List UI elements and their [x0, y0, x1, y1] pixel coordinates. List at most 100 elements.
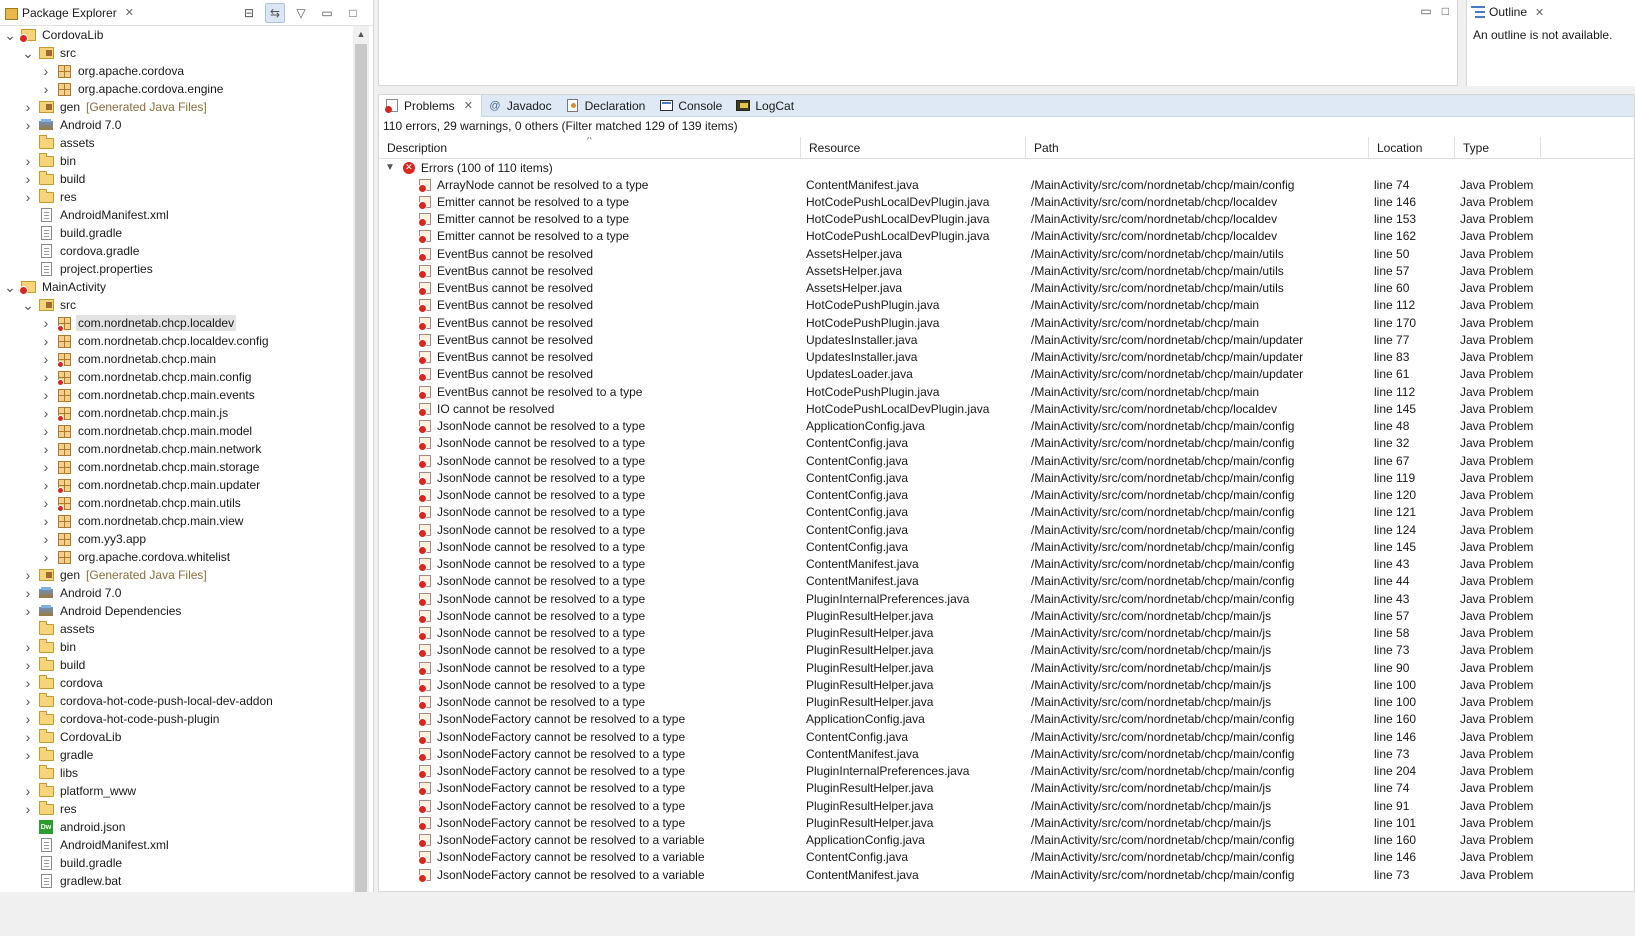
tree-scrollbar[interactable]: ▲ ▼ [353, 26, 369, 926]
table-row[interactable]: Emitter cannot be resolved to a type HotC… [379, 211, 1634, 228]
tree-item[interactable]: › com.nordnetab.chcp.main.updater [0, 476, 351, 494]
chevron-right-icon[interactable]: › [22, 567, 34, 583]
tree-item[interactable]: ⌄ MainActivity [0, 278, 351, 296]
tree-item[interactable]: › CordovaLib [0, 728, 351, 746]
table-row[interactable]: JsonNodeFactory cannot be resolved to a … [379, 728, 1634, 745]
tree-item[interactable]: › org.apache.cordova.whitelist [0, 548, 351, 566]
table-row[interactable]: JsonNodeFactory cannot be resolved to a … [379, 711, 1634, 728]
tree-item[interactable]: gradlew.bat [0, 872, 351, 890]
tree-item[interactable]: AndroidManifest.xml [0, 836, 351, 854]
table-row[interactable]: JsonNode cannot be resolved to a type Con… [379, 538, 1634, 555]
tab-javadoc[interactable]: @ Javadoc [482, 95, 560, 117]
table-row[interactable]: EventBus cannot be resolved to a type Hot… [379, 383, 1634, 400]
tree-item[interactable]: AndroidManifest.xml [0, 206, 351, 224]
tree-item[interactable]: › Android Dependencies [0, 602, 351, 620]
tree-item[interactable]: › cordova-hot-code-push-local-dev-addon [0, 692, 351, 710]
close-icon[interactable]: ✕ [125, 6, 134, 19]
tree-item[interactable]: › gen [Generated Java Files] [0, 98, 351, 116]
errors-group-row[interactable]: ▼ ✕ Errors (100 of 110 items) [379, 159, 1634, 176]
table-row[interactable]: JsonNode cannot be resolved to a type Con… [379, 452, 1634, 469]
table-row[interactable]: JsonNodeFactory cannot be resolved to a … [379, 797, 1634, 814]
tree-item[interactable]: Dw android.json [0, 818, 351, 836]
package-explorer-tab[interactable]: Package Explorer ✕ [0, 0, 140, 26]
column-type[interactable]: Type [1455, 137, 1541, 159]
table-row[interactable]: JsonNode cannot be resolved to a type Plu… [379, 694, 1634, 711]
table-row[interactable]: JsonNodeFactory cannot be resolved to a … [379, 763, 1634, 780]
table-row[interactable]: EventBus cannot be resolved UpdatesLoader… [379, 366, 1634, 383]
tree-item[interactable]: › cordova-hot-code-push-plugin [0, 710, 351, 728]
chevron-down-icon[interactable]: ⌄ [4, 279, 16, 295]
table-row[interactable]: JsonNode cannot be resolved to a type Plu… [379, 642, 1634, 659]
chevron-right-icon[interactable]: › [22, 783, 34, 799]
chevron-right-icon[interactable]: › [40, 549, 52, 565]
close-icon[interactable]: ✕ [464, 99, 473, 112]
tree-item[interactable]: assets [0, 134, 351, 152]
tree-item[interactable]: › org.apache.cordova [0, 62, 351, 80]
table-row[interactable]: JsonNodeFactory cannot be resolved to a … [379, 849, 1634, 866]
table-row[interactable]: JsonNodeFactory cannot be resolved to a … [379, 745, 1634, 762]
tree-item[interactable]: › com.nordnetab.chcp.main.js [0, 404, 351, 422]
table-row[interactable]: JsonNode cannot be resolved to a type Plu… [379, 676, 1634, 693]
column-resource[interactable]: Resource [801, 137, 1026, 159]
table-row[interactable]: EventBus cannot be resolved HotCodePushPl… [379, 297, 1634, 314]
chevron-right-icon[interactable]: › [40, 495, 52, 511]
tree-item[interactable]: project.properties [0, 260, 351, 278]
tree-item[interactable]: › com.nordnetab.chcp.localdev.config [0, 332, 351, 350]
table-row[interactable]: Emitter cannot be resolved to a type HotC… [379, 193, 1634, 210]
table-row[interactable]: JsonNode cannot be resolved to a type Con… [379, 556, 1634, 573]
table-row[interactable]: JsonNode cannot be resolved to a type Plu… [379, 590, 1634, 607]
tab-logcat[interactable]: LogCat [730, 95, 802, 117]
tree-item[interactable]: build.gradle [0, 224, 351, 242]
table-row[interactable]: Emitter cannot be resolved to a type HotC… [379, 228, 1634, 245]
tree-item[interactable]: › gradle [0, 746, 351, 764]
table-row[interactable]: EventBus cannot be resolved AssetsHelper.… [379, 245, 1634, 262]
chevron-right-icon[interactable]: › [40, 315, 52, 331]
tree-item[interactable]: › com.nordnetab.chcp.main.utils [0, 494, 351, 512]
collapse-all-icon[interactable]: ⊟ [239, 3, 259, 23]
tree-item[interactable]: › bin [0, 638, 351, 656]
tree-item[interactable]: › build [0, 656, 351, 674]
table-row[interactable]: EventBus cannot be resolved AssetsHelper.… [379, 262, 1634, 279]
tree-item[interactable]: › com.nordnetab.chcp.main [0, 350, 351, 368]
chevron-right-icon[interactable]: › [22, 657, 34, 673]
chevron-right-icon[interactable]: › [22, 639, 34, 655]
chevron-right-icon[interactable]: › [22, 189, 34, 205]
tree-item[interactable]: › com.nordnetab.chcp.main.config [0, 368, 351, 386]
table-row[interactable]: JsonNode cannot be resolved to a type App… [379, 418, 1634, 435]
tree-item[interactable]: › res [0, 188, 351, 206]
chevron-right-icon[interactable]: › [22, 675, 34, 691]
tree-item[interactable]: › cordova [0, 674, 351, 692]
chevron-right-icon[interactable]: › [40, 333, 52, 349]
table-row[interactable]: JsonNodeFactory cannot be resolved to a … [379, 832, 1634, 849]
tree-item[interactable]: › com.nordnetab.chcp.main.storage [0, 458, 351, 476]
maximize-icon[interactable]: □ [1442, 4, 1449, 18]
table-row[interactable]: EventBus cannot be resolved AssetsHelper.… [379, 280, 1634, 297]
tree-item[interactable]: assets [0, 620, 351, 638]
scroll-up-icon[interactable]: ▲ [353, 26, 369, 42]
chevron-right-icon[interactable]: › [22, 711, 34, 727]
chevron-right-icon[interactable]: › [40, 423, 52, 439]
table-row[interactable]: JsonNodeFactory cannot be resolved to a … [379, 780, 1634, 797]
tab-declaration[interactable]: Declaration [560, 95, 654, 117]
minimize-icon[interactable]: ▭ [317, 3, 337, 23]
column-location[interactable]: Location [1369, 137, 1455, 159]
table-row[interactable]: JsonNode cannot be resolved to a type Plu… [379, 659, 1634, 676]
chevron-right-icon[interactable]: › [40, 369, 52, 385]
chevron-right-icon[interactable]: › [22, 729, 34, 745]
table-row[interactable]: EventBus cannot be resolved UpdatesInstal… [379, 331, 1634, 348]
view-menu-icon[interactable]: ▽ [291, 3, 311, 23]
table-row[interactable]: ArrayNode cannot be resolved to a type Co… [379, 176, 1634, 193]
chevron-right-icon[interactable]: › [40, 387, 52, 403]
tree-item[interactable]: › org.apache.cordova.engine [0, 80, 351, 98]
scrollbar-thumb[interactable] [355, 44, 367, 892]
tab-console[interactable]: Console [653, 95, 730, 117]
maximize-icon[interactable]: □ [343, 3, 363, 23]
table-row[interactable]: JsonNode cannot be resolved to a type Plu… [379, 607, 1634, 624]
chevron-right-icon[interactable]: › [40, 477, 52, 493]
chevron-right-icon[interactable]: › [22, 99, 34, 115]
tree-item[interactable]: cordova.gradle [0, 242, 351, 260]
link-with-editor-icon[interactable]: ⇆ [265, 3, 285, 23]
chevron-down-icon[interactable]: ⌄ [22, 297, 34, 313]
tree-item[interactable]: › platform_www [0, 782, 351, 800]
chevron-right-icon[interactable]: › [22, 693, 34, 709]
